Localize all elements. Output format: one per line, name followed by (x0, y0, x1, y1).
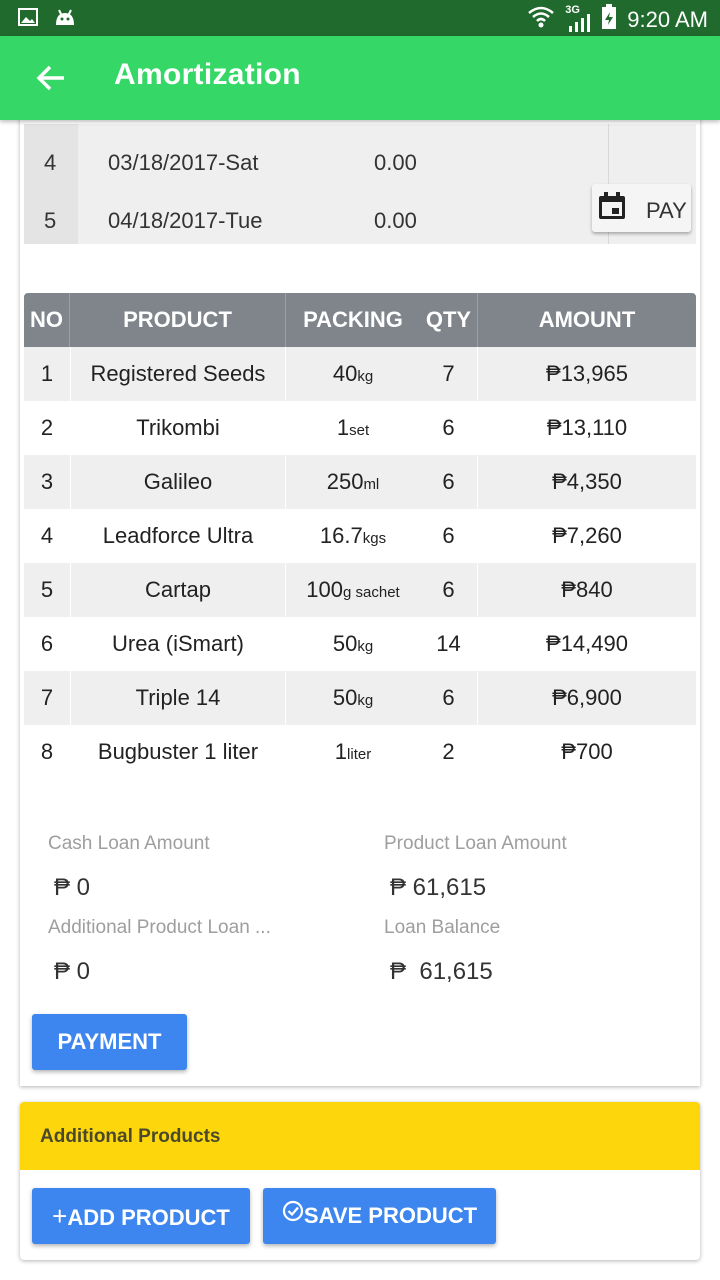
additional-products-header: Additional Products (20, 1102, 700, 1170)
row-qty: 7 (420, 347, 478, 401)
gallery-notification-icon (18, 7, 38, 32)
status-bar: 3G 9:20 AM (0, 0, 720, 36)
save-product-label: SAVE PRODUCT (303, 1203, 478, 1228)
schedule-row: 5 04/18/2017-Tue 0.00 (24, 200, 608, 240)
header-no: NO (24, 293, 70, 347)
table-row: 4 Leadforce Ultra 16.7kgs 6 ₱7,260 (24, 509, 696, 563)
row-amount: ₱4,350 (552, 469, 622, 494)
table-row: 3 Galileo 250ml 6 ₱4,350 (24, 455, 696, 509)
row-no: 4 (40, 523, 54, 548)
clock: 9:20 AM (627, 6, 708, 32)
additional-loan-label: Additional Product Loan ... (48, 917, 271, 938)
row-product: Registered Seeds (70, 347, 286, 401)
wifi-icon (527, 5, 555, 34)
row-packing: 250ml (326, 469, 380, 494)
payment-button[interactable]: PAYMENT (32, 1014, 187, 1070)
schedule-no: 5 (44, 208, 57, 233)
header-qty: QTY (420, 293, 478, 347)
save-product-button[interactable]: SAVE PRODUCT (263, 1188, 496, 1244)
header-packing: PACKING (303, 307, 403, 332)
loan-balance-value: ₱ 61,615 (390, 958, 493, 985)
table-header: NO PRODUCT PACKING QTY AMOUNT (24, 293, 696, 347)
android-notification-icon (54, 7, 76, 32)
row-amount: ₱840 (561, 577, 613, 602)
battery-icon (601, 4, 617, 35)
schedule-no: 4 (44, 150, 57, 175)
pay-button[interactable]: PAY (592, 184, 691, 232)
schedule-amount: 0.00 (374, 208, 417, 233)
plus-icon: + (52, 1201, 68, 1231)
schedule-date: 03/18/2017-Sat (108, 150, 259, 175)
row-amount: ₱13,965 (546, 361, 628, 386)
table-row: 5 Cartap 100g sachet 6 ₱840 (24, 563, 696, 617)
row-amount: ₱14,490 (546, 631, 628, 656)
cash-loan-value: ₱ 0 (54, 874, 91, 901)
row-no: 5 (40, 577, 54, 602)
schedule-date: 04/18/2017-Tue (108, 208, 263, 233)
loan-balance-label: Loan Balance (384, 917, 501, 938)
table-row: 8 Bugbuster 1 liter 1liter 2 ₱700 (24, 725, 696, 779)
schedule-row: 4 03/18/2017-Sat 0.00 (24, 142, 608, 182)
back-arrow-icon[interactable] (34, 60, 70, 96)
add-product-label: ADD PRODUCT (67, 1205, 230, 1230)
row-product: Bugbuster 1 liter (70, 725, 286, 779)
calendar-icon (596, 190, 628, 222)
row-packing: 50kg (332, 685, 374, 710)
table-row: 7 Triple 14 50kg 6 ₱6,900 (24, 671, 696, 725)
table-row: 6 Urea (iSmart) 50kg 14 ₱14,490 (24, 617, 696, 671)
row-packing: 1liter (334, 739, 372, 764)
row-amount: ₱6,900 (552, 685, 622, 710)
row-qty: 6 (420, 401, 478, 455)
page-title: Amortization (114, 58, 301, 91)
row-qty: 2 (420, 725, 478, 779)
row-packing: 100g sachet (306, 577, 400, 602)
row-product: Cartap (70, 563, 286, 617)
additional-loan-value: ₱ 0 (54, 958, 91, 985)
row-no: 3 (40, 469, 54, 494)
row-qty: 6 (420, 563, 478, 617)
pay-label: PAY (646, 198, 687, 223)
product-loan-value: ₱ 61,615 (390, 874, 487, 901)
row-product: Urea (iSmart) (70, 617, 286, 671)
app-bar: Amortization (0, 36, 720, 120)
row-amount: ₱700 (561, 739, 613, 764)
row-no: 1 (40, 361, 54, 386)
row-no: 6 (40, 631, 54, 656)
row-qty: 14 (420, 617, 478, 671)
cash-loan-label: Cash Loan Amount (48, 833, 210, 854)
product-loan-label: Product Loan Amount (384, 833, 567, 854)
product-table: NO PRODUCT PACKING QTY AMOUNT 1 Register… (24, 293, 696, 779)
row-qty: 6 (420, 455, 478, 509)
row-packing: 16.7kgs (319, 523, 387, 548)
add-product-button[interactable]: +ADD PRODUCT (32, 1188, 250, 1244)
row-product: Galileo (70, 455, 286, 509)
table-row: 2 Trikombi 1set 6 ₱13,110 (24, 401, 696, 455)
row-no: 7 (40, 685, 54, 710)
signal-icon: 3G (565, 4, 591, 34)
row-packing: 1set (336, 415, 370, 440)
additional-products-title: Additional Products (40, 1126, 221, 1147)
row-qty: 6 (420, 509, 478, 563)
row-product: Triple 14 (70, 671, 286, 725)
row-product: Leadforce Ultra (70, 509, 286, 563)
header-product: PRODUCT (70, 293, 286, 347)
schedule-amount: 0.00 (374, 150, 417, 175)
row-product: Trikombi (70, 401, 286, 455)
row-packing: 40kg (332, 361, 374, 386)
header-amount: AMOUNT (538, 307, 636, 332)
row-amount: ₱13,110 (546, 415, 628, 440)
row-no: 2 (40, 415, 54, 440)
table-row: 1 Registered Seeds 40kg 7 ₱13,965 (24, 347, 696, 401)
row-amount: ₱7,260 (552, 523, 622, 548)
row-packing: 50kg (332, 631, 374, 656)
check-circle-icon (282, 1187, 304, 1243)
row-qty: 6 (420, 671, 478, 725)
row-no: 8 (40, 739, 54, 764)
